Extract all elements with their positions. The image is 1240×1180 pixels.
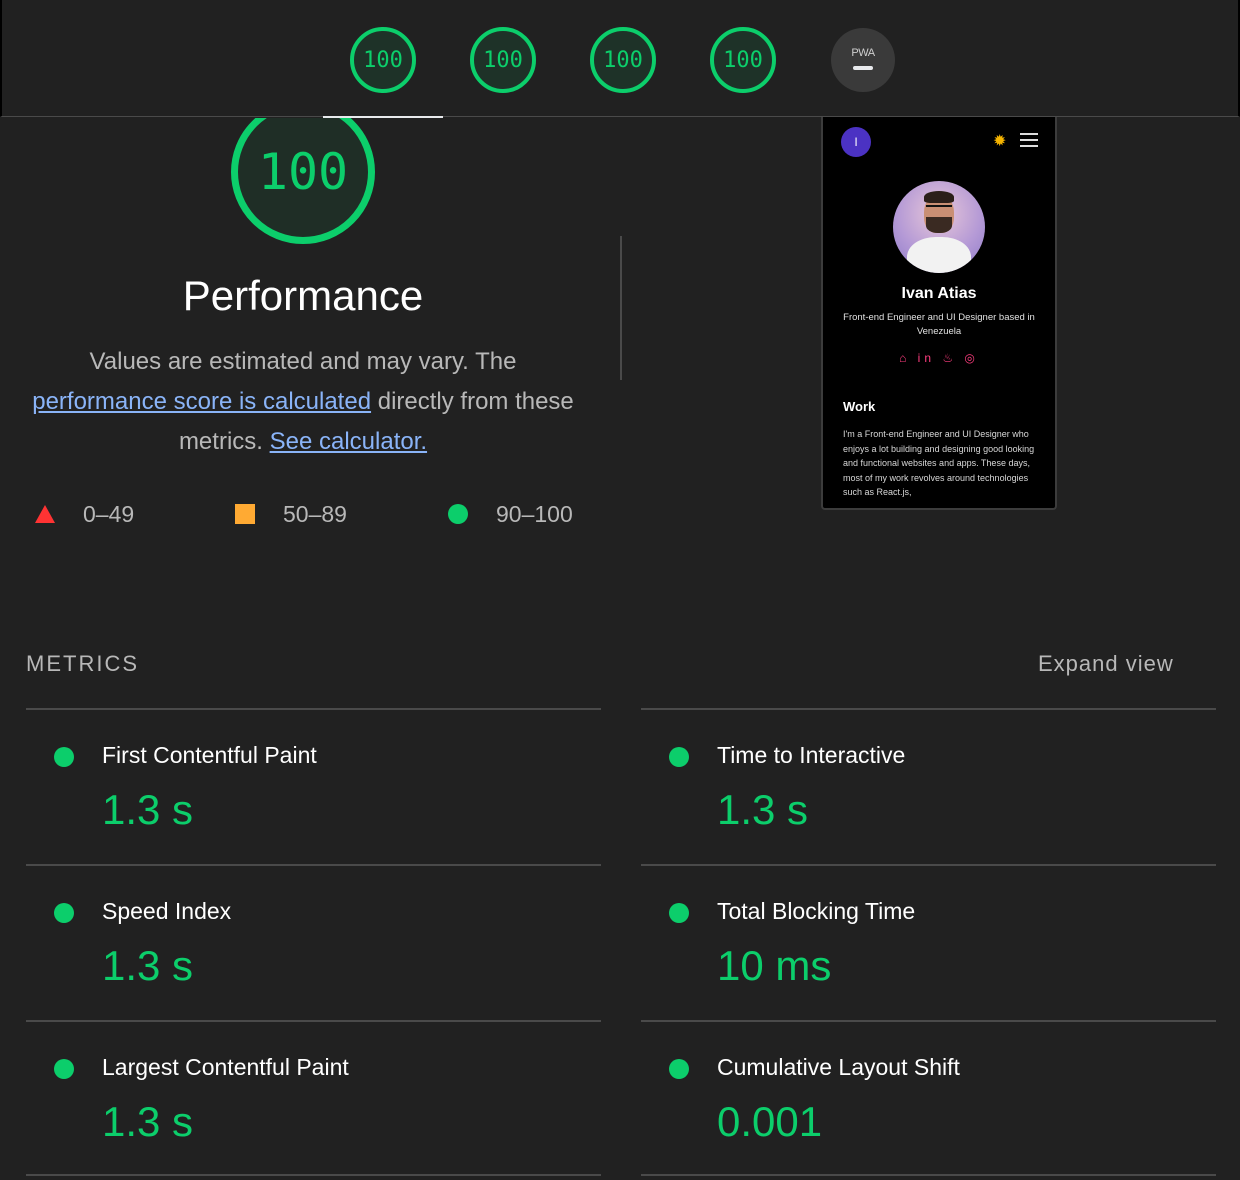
metric-label: Time to Interactive <box>717 742 906 768</box>
performance-score-gauge: 100 <box>350 27 416 93</box>
metric-label: Total Blocking Time <box>717 898 916 924</box>
profile-subtitle: Front-end Engineer and UI Designer based… <box>843 312 1035 337</box>
pwa-label: PWA <box>851 46 875 59</box>
description-text-1: Values are estimated and may vary. The <box>89 348 517 375</box>
social-icons: ⌂ in ♨ ◎ <box>899 351 979 365</box>
pwa-dash-icon <box>853 65 873 70</box>
performance-description: Values are estimated and may vary. The p… <box>22 342 584 462</box>
metric-time-to-interactive: Time to Interactive 1.3 s <box>641 710 1216 864</box>
final-screenshot-preview[interactable]: I ✹ Ivan Atias Front-end Engineer and UI… <box>821 117 1057 510</box>
work-paragraph: I'm a Front-end Engineer and UI Designer… <box>843 429 1035 497</box>
metric-speed-index: Speed Index 1.3 s <box>26 866 601 1020</box>
legend-fail: 0–49 <box>35 496 134 532</box>
pwa-gauge: PWA <box>831 28 895 92</box>
pass-dot-icon <box>669 1059 689 1079</box>
site-logo-icon: I <box>841 127 871 157</box>
legend-average: 50–89 <box>235 496 347 532</box>
metrics-title: METRICS <box>26 651 139 676</box>
legend-pass-range: 90–100 <box>496 500 573 527</box>
performance-big-gauge: 100 <box>231 118 375 244</box>
accessibility-score-gauge: 100 <box>470 27 536 93</box>
metrics-divider <box>641 1174 1216 1176</box>
metric-value: 1.3 s <box>102 942 194 989</box>
metric-cumulative-layout-shift: Cumulative Layout Shift 0.001 <box>641 1022 1216 1176</box>
performance-title: Performance <box>182 272 424 319</box>
expand-view-button[interactable]: Expand view <box>1038 651 1174 677</box>
score-calculated-link[interactable]: performance score is calculated <box>32 388 371 415</box>
metric-value: 1.3 s <box>102 786 194 833</box>
pass-dot-icon <box>54 903 74 923</box>
metrics-divider <box>26 1174 601 1176</box>
metric-value: 0.001 <box>717 1098 823 1145</box>
metric-value: 1.3 s <box>717 786 809 833</box>
tab-performance[interactable]: 100 <box>323 0 443 118</box>
profile-avatar <box>893 181 985 273</box>
metric-label: Largest Contentful Paint <box>102 1054 349 1080</box>
see-calculator-link[interactable]: See calculator. <box>270 428 427 455</box>
metric-largest-contentful-paint: Largest Contentful Paint 1.3 s <box>26 1022 601 1176</box>
pass-dot-icon <box>54 747 74 767</box>
metric-label: Speed Index <box>102 898 232 924</box>
pass-dot-icon <box>54 1059 74 1079</box>
tab-pwa[interactable]: PWA <box>803 0 923 117</box>
legend-average-range: 50–89 <box>283 500 347 527</box>
average-square-icon <box>235 504 255 524</box>
metric-total-blocking-time: Total Blocking Time 10 ms <box>641 866 1216 1020</box>
pass-dot-icon <box>669 903 689 923</box>
metric-label: Cumulative Layout Shift <box>717 1054 960 1080</box>
performance-gauge-container: 100 <box>0 118 700 258</box>
profile-name: Ivan Atias <box>901 285 977 302</box>
metric-first-contentful-paint: First Contentful Paint 1.3 s <box>26 710 601 864</box>
fail-triangle-icon <box>35 505 55 523</box>
metric-value: 10 ms <box>717 942 832 989</box>
legend-pass: 90–100 <box>448 496 573 532</box>
tab-best-practices[interactable]: 100 <box>563 0 683 117</box>
pass-dot-icon <box>669 747 689 767</box>
metric-label: First Contentful Paint <box>102 742 317 768</box>
metric-value: 1.3 s <box>102 1098 194 1145</box>
work-heading: Work <box>843 399 876 414</box>
category-tabs: 100 100 100 100 PWA <box>0 0 1240 118</box>
sun-icon: ✹ <box>993 133 1007 150</box>
best-practices-score-gauge: 100 <box>590 27 656 93</box>
score-legend: 0–49 50–89 90–100 <box>0 496 620 532</box>
pass-circle-icon <box>448 504 468 524</box>
tab-seo[interactable]: 100 <box>683 0 803 117</box>
section-divider <box>620 236 622 380</box>
seo-score-gauge: 100 <box>710 27 776 93</box>
hamburger-menu-icon <box>1020 133 1038 151</box>
legend-fail-range: 0–49 <box>83 500 135 527</box>
tab-accessibility[interactable]: 100 <box>443 0 563 117</box>
